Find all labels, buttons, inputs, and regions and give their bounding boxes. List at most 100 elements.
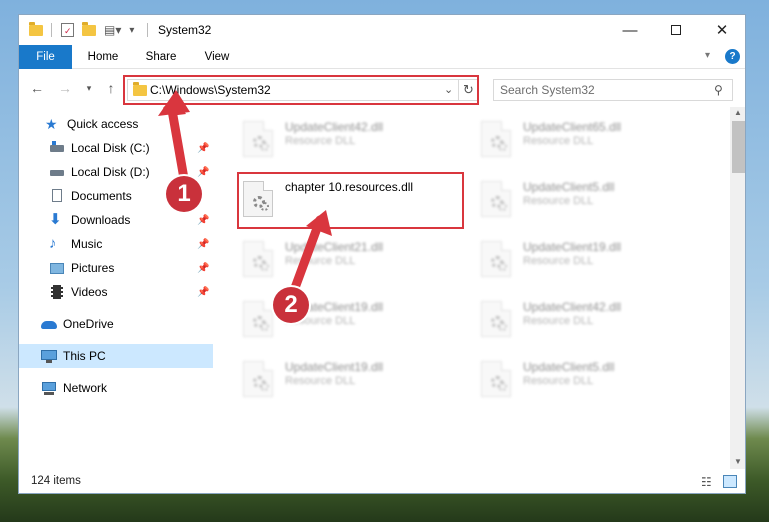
downloads-icon: ⬇ <box>49 211 62 228</box>
back-button[interactable]: ← <box>27 78 47 98</box>
scroll-up-icon[interactable]: ▲ <box>734 108 742 117</box>
computer-icon <box>41 348 57 364</box>
list-item[interactable]: UpdateClient65.dll Resource DLL <box>473 113 697 163</box>
sidebar-item-label: OneDrive <box>63 317 114 331</box>
file-type: Resource DLL <box>285 135 356 147</box>
explorer-window: ✓ ▤▾ ▾ System32 — ✕ File Home Share View… <box>18 14 746 494</box>
sidebar-item-videos[interactable]: Videos <box>49 280 107 304</box>
chevron-down-icon: ▾ <box>86 82 92 93</box>
sidebar-item-pictures[interactable]: Pictures <box>49 256 114 280</box>
drive-icon <box>49 140 65 156</box>
sidebar-item-label: Local Disk (D:) <box>71 165 150 179</box>
pin-icon[interactable]: 📌 <box>197 143 209 154</box>
file-name: UpdateClient21.dll <box>285 240 384 254</box>
step-badge-2: 2 <box>273 287 309 323</box>
arrow-left-icon: ← <box>30 80 44 96</box>
dll-file-icon <box>481 301 511 337</box>
pin-icon[interactable]: 📌 <box>197 287 209 298</box>
sidebar-item-network[interactable]: Network <box>41 376 107 400</box>
sidebar-item-label: This PC <box>63 349 106 363</box>
file-name: UpdateClient5.dll <box>523 180 615 194</box>
sidebar-item-label: Pictures <box>71 261 115 275</box>
music-icon: ♪ <box>49 235 57 252</box>
list-item[interactable]: UpdateClient42.dll Resource DLL <box>473 293 697 343</box>
help-icon[interactable]: ? <box>725 49 740 64</box>
expand-ribbon-icon[interactable]: ▾ <box>705 50 710 61</box>
file-name: UpdateClient19.dll <box>523 240 622 254</box>
list-item[interactable]: UpdateClient21.dll Resource DLL <box>235 233 459 283</box>
file-type: Resource DLL <box>523 195 594 207</box>
drive-icon <box>49 164 65 180</box>
arrow-right-icon: → <box>58 80 72 96</box>
address-highlight-box <box>123 75 479 105</box>
star-icon: ★ <box>45 116 58 132</box>
dll-file-icon <box>243 121 273 157</box>
sidebar-item-label: Quick access <box>67 117 139 131</box>
file-name: UpdateClient5.dll <box>523 360 615 374</box>
file-type: Resource DLL <box>523 375 594 387</box>
chevron-down-icon[interactable]: ▾ <box>129 25 134 36</box>
forward-button[interactable]: → <box>55 78 75 98</box>
dll-file-icon <box>481 181 511 217</box>
tab-home[interactable]: Home <box>81 45 125 69</box>
sidebar-item-music[interactable]: ♪ Music <box>49 232 102 256</box>
maximize-icon <box>671 25 681 35</box>
search-placeholder: Search System32 <box>500 83 595 97</box>
file-name: UpdateClient19.dll <box>285 360 384 374</box>
new-folder-icon[interactable] <box>82 21 96 36</box>
file-type: Resource DLL <box>523 315 594 327</box>
sidebar-item-local-disk-c[interactable]: Local Disk (C:) <box>49 136 150 160</box>
minimize-button[interactable]: — <box>607 15 653 45</box>
dll-file-icon <box>243 361 273 397</box>
sidebar-item-local-disk-d[interactable]: Local Disk (D:) <box>49 160 150 184</box>
list-item[interactable]: UpdateClient5.dll Resource DLL <box>473 173 697 223</box>
recent-locations-button[interactable]: ▾ <box>79 78 99 98</box>
close-button[interactable]: ✕ <box>699 15 745 45</box>
sidebar-item-label: Downloads <box>71 213 131 227</box>
list-item[interactable]: UpdateClient42.dll Resource DLL <box>235 113 459 163</box>
details-view-icon[interactable]: ☷ <box>701 475 712 489</box>
list-item[interactable]: UpdateClient5.dll Resource DLL <box>473 353 697 403</box>
file-name: UpdateClient65.dll <box>523 120 622 134</box>
window-title: System32 <box>158 23 212 37</box>
scroll-down-icon[interactable]: ▼ <box>734 457 742 466</box>
sidebar-item-downloads[interactable]: ⬇ Downloads <box>49 208 130 232</box>
scrollbar-thumb[interactable] <box>732 121 745 173</box>
vertical-scrollbar[interactable]: ▲ ▼ <box>730 107 745 469</box>
maximize-button[interactable] <box>653 15 699 45</box>
minimize-icon: — <box>622 21 638 39</box>
up-button[interactable]: ↑ <box>101 78 121 98</box>
cloud-icon <box>41 316 57 332</box>
sidebar-item-quick-access[interactable]: ★ Quick access <box>45 112 138 136</box>
tab-file[interactable]: File <box>19 45 72 69</box>
list-item[interactable]: UpdateClient19.dll Resource DLL <box>235 293 459 343</box>
file-name: UpdateClient42.dll <box>523 300 622 314</box>
large-icons-view-icon[interactable] <box>723 475 737 488</box>
customize-toolbar-icon[interactable]: ▤▾ <box>104 23 121 37</box>
tab-view[interactable]: View <box>195 45 239 69</box>
pictures-icon <box>49 260 65 276</box>
status-bar: 124 items ☷ <box>19 469 745 493</box>
pin-icon[interactable]: 📌 <box>197 263 209 274</box>
sidebar-item-this-pc[interactable]: This PC <box>19 344 213 368</box>
properties-icon[interactable]: ✓ <box>61 23 74 37</box>
file-type: Resource DLL <box>523 255 594 267</box>
list-item[interactable]: UpdateClient19.dll Resource DLL <box>473 233 697 283</box>
pin-icon[interactable]: 📌 <box>197 167 209 178</box>
item-count: 124 items <box>31 475 81 487</box>
sidebar-item-label: Music <box>71 237 103 251</box>
network-icon <box>41 380 57 396</box>
sidebar-item-label: Videos <box>71 285 108 299</box>
list-item[interactable]: UpdateClient19.dll Resource DLL <box>235 353 459 403</box>
sidebar-item-onedrive[interactable]: OneDrive <box>41 312 114 336</box>
pin-icon[interactable]: 📌 <box>197 215 209 226</box>
close-icon: ✕ <box>715 22 729 39</box>
tab-share[interactable]: Share <box>139 45 183 69</box>
sidebar-item-documents[interactable]: Documents <box>49 184 132 208</box>
sidebar-item-label: Local Disk (C:) <box>71 141 150 155</box>
search-input[interactable]: Search System32 ⚲ <box>493 79 733 101</box>
ribbon: File Home Share View ▾ ? <box>19 45 745 69</box>
search-icon[interactable]: ⚲ <box>714 83 723 97</box>
file-highlight-box <box>237 172 464 229</box>
pin-icon[interactable]: 📌 <box>197 239 209 250</box>
